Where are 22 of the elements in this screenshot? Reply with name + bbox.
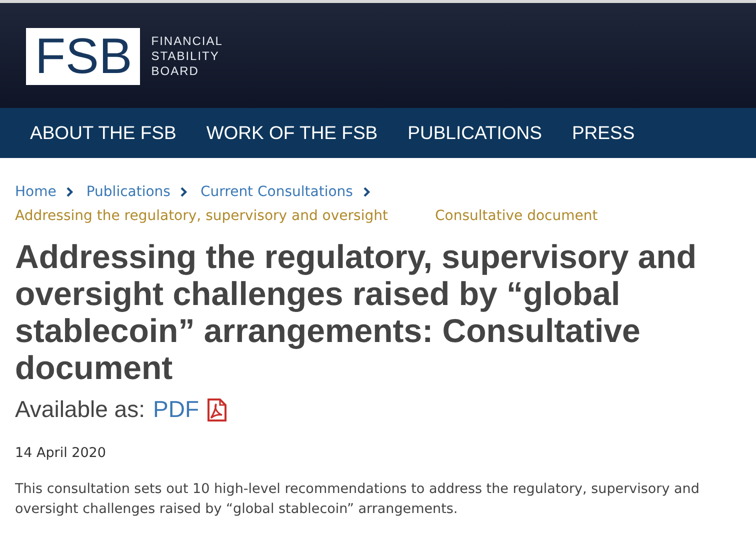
chevron-icon: [362, 187, 371, 197]
nav-item[interactable]: ABOUT THE FSB: [30, 122, 176, 144]
pdf-file-icon[interactable]: [207, 398, 227, 422]
logo-text: FINANCIAL: [151, 34, 223, 49]
breadcrumb-link[interactable]: Current Consultations: [200, 184, 353, 200]
logo-text: BOARD: [151, 64, 200, 79]
nav-item[interactable]: WORK OF THE FSB: [206, 122, 378, 144]
nav-item[interactable]: PUBLICATIONS: [408, 122, 542, 144]
pdf-link[interactable]: PDF: [153, 396, 199, 423]
breadcrumb-link[interactable]: Home: [15, 184, 56, 200]
summary-text: This consultation sets out 10 high-level recommendations to address the regulatory, supervisory and oversight challenges raised by “global stablecoin” arrangements.: [15, 480, 700, 519]
page-title: Addressing the regulatory, supervisory and oversight challenges raised by “global stablecoin” arrangements: Consultative document: [15, 238, 698, 386]
breadcrumb-current: Consultative document: [435, 208, 598, 224]
chevron-icon: [66, 187, 74, 197]
breadcrumb-link[interactable]: Publications: [86, 184, 170, 200]
date-text: 14 April 2020: [15, 445, 107, 461]
chevron-icon: [180, 187, 188, 197]
nav-item[interactable]: PRESS: [572, 122, 635, 144]
available-label: Available as:: [15, 396, 145, 423]
logo-text: STABILITY: [151, 49, 220, 64]
logo-mark[interactable]: FSB: [26, 28, 140, 85]
breadcrumb-current: Addressing the regulatory, supervisory and oversight: [15, 208, 389, 224]
